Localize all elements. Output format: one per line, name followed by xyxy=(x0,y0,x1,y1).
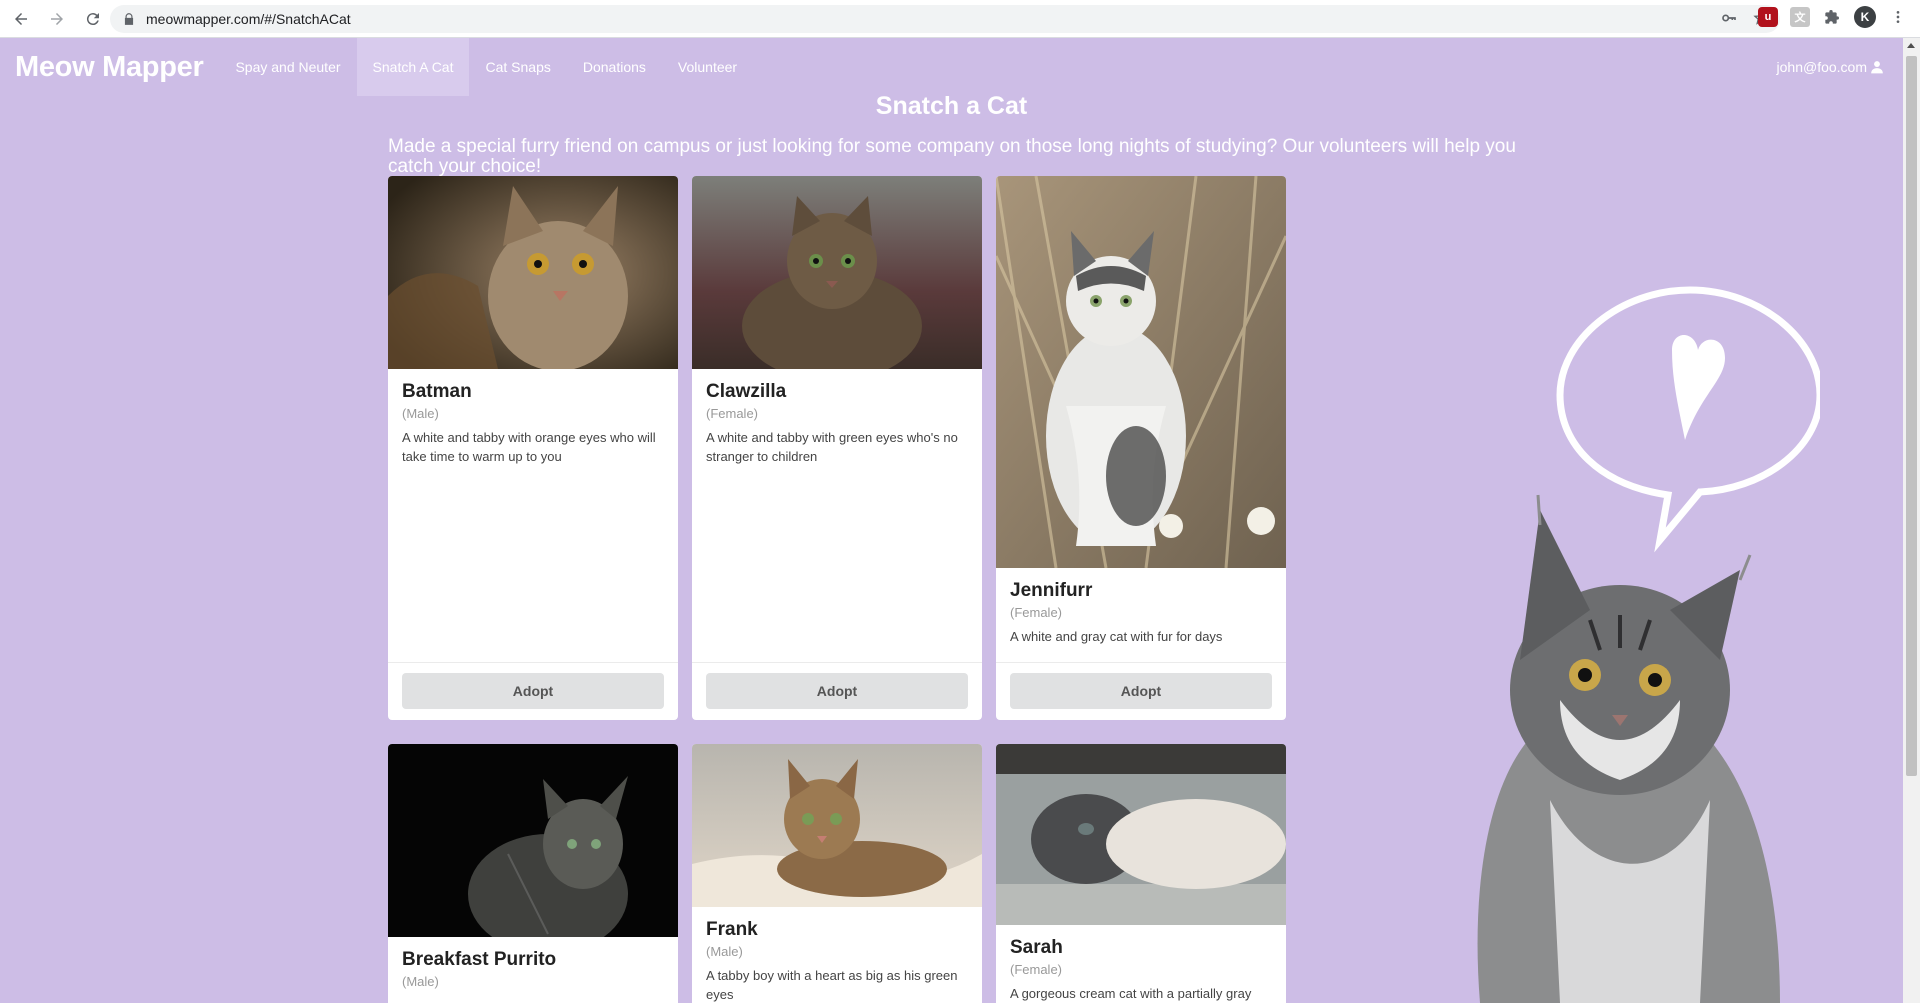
user-email: john@foo.com xyxy=(1776,59,1867,75)
cat-description: A tabby boy with a heart as big as his g… xyxy=(706,968,958,1002)
cat-name: Batman xyxy=(402,381,472,402)
extension-icon[interactable]: 文 xyxy=(1790,7,1810,27)
extensions-puzzle-icon[interactable] xyxy=(1822,7,1842,27)
user-menu[interactable]: john@foo.com xyxy=(1777,38,1884,96)
card-divider xyxy=(388,662,678,663)
cat-card-sarah: Sarah (Female) A gorgeous cream cat with… xyxy=(996,744,1286,1003)
nav-donations[interactable]: Donations xyxy=(567,38,662,96)
profile-avatar[interactable]: K xyxy=(1854,6,1876,28)
scroll-up-arrow-icon[interactable] xyxy=(1907,43,1915,48)
adopt-button[interactable]: Adopt xyxy=(706,673,968,709)
user-icon xyxy=(1871,61,1883,74)
lock-icon xyxy=(124,13,134,25)
cat-sex: (Female) xyxy=(706,406,759,421)
scrollbar-thumb[interactable] xyxy=(1906,56,1917,776)
cat-photo xyxy=(692,744,982,907)
cat-photo xyxy=(996,744,1286,925)
cat-name: Breakfast Purrito xyxy=(402,949,557,970)
page-intro: Made a special furry friend on campus or… xyxy=(388,137,1516,177)
cat-sex: (Male) xyxy=(402,406,439,421)
cat-description: A white and tabby with orange eyes who w… xyxy=(402,430,656,464)
site-navbar: Meow Mapper Spay and Neuter Snatch A Cat… xyxy=(0,38,1902,96)
cat-sex: (Male) xyxy=(706,944,743,959)
page-scrollbar[interactable] xyxy=(1903,38,1920,1003)
cat-name: Sarah xyxy=(1010,937,1063,958)
nav-snatch-a-cat[interactable]: Snatch A Cat xyxy=(356,38,470,96)
back-icon[interactable] xyxy=(6,4,36,34)
cat-name: Jennifurr xyxy=(1010,580,1093,601)
cat-sex: (Female) xyxy=(1010,605,1063,620)
cat-name: Clawzilla xyxy=(706,381,787,402)
nav-cat-snaps[interactable]: Cat Snaps xyxy=(469,38,566,96)
browser-menu-icon[interactable] xyxy=(1888,7,1908,27)
cat-description: A gorgeous cream cat with a partially gr… xyxy=(1010,986,1252,1001)
adopt-button[interactable]: Adopt xyxy=(402,673,664,709)
cat-photo xyxy=(388,744,678,937)
adopt-button[interactable]: Adopt xyxy=(1010,673,1272,709)
nav-volunteer[interactable]: Volunteer xyxy=(662,38,753,96)
cat-sex: (Female) xyxy=(1010,962,1063,977)
browser-toolbar: meowmapper.com/#/SnatchACat u 文 K xyxy=(0,0,1920,38)
cat-description: A white and gray cat with fur for days xyxy=(1010,629,1223,644)
cat-description: A white and tabby with green eyes who's … xyxy=(706,430,958,464)
cat-card-breakfast-purrito: Breakfast Purrito (Male) xyxy=(388,744,678,1003)
brand-logo[interactable]: Meow Mapper xyxy=(15,51,204,84)
card-divider xyxy=(996,662,1286,663)
cat-photo xyxy=(388,176,678,369)
cat-name: Frank xyxy=(706,919,758,940)
page-title: Snatch a Cat xyxy=(875,92,1028,120)
reload-icon[interactable] xyxy=(78,4,108,34)
cat-sex: (Male) xyxy=(402,974,439,989)
url-text[interactable]: meowmapper.com/#/SnatchACat xyxy=(146,11,351,27)
cat-card-batman: Batman (Male) A white and tabby with ora… xyxy=(388,176,678,720)
cat-card-jennifurr: Jennifurr (Female) A white and gray cat … xyxy=(996,176,1286,720)
address-bar[interactable]: meowmapper.com/#/SnatchACat xyxy=(110,5,1780,33)
nav-spay-and-neuter[interactable]: Spay and Neuter xyxy=(219,38,356,96)
forward-icon[interactable] xyxy=(42,4,72,34)
card-divider xyxy=(692,662,982,663)
cat-photo xyxy=(996,176,1286,568)
cat-card-clawzilla: Clawzilla (Female) A white and tabby wit… xyxy=(692,176,982,720)
cat-card-frank: Frank (Male) A tabby boy with a heart as… xyxy=(692,744,982,1003)
cat-photo xyxy=(692,176,982,369)
heart-icon xyxy=(1672,335,1725,440)
kitten-with-heart-illustration xyxy=(1477,286,1820,1003)
ublock-extension-icon[interactable]: u xyxy=(1758,7,1778,27)
key-icon[interactable] xyxy=(1720,9,1738,27)
